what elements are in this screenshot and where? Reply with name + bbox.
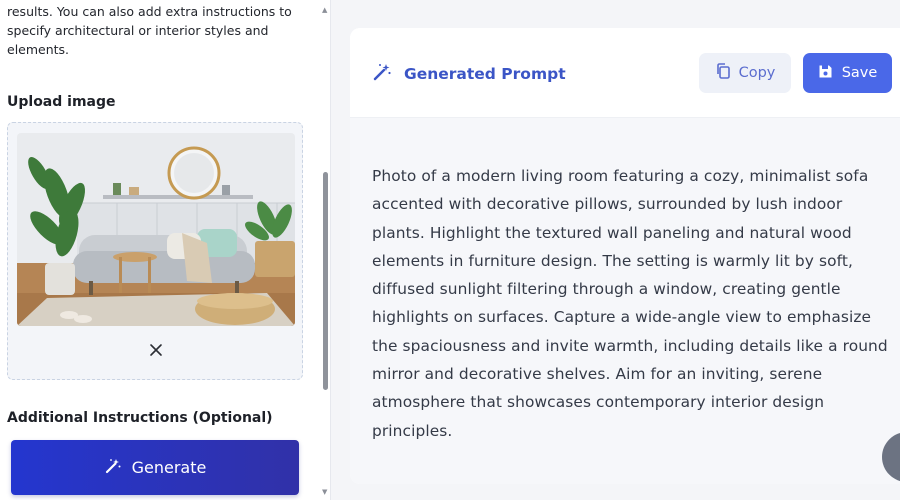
card-header: Generated Prompt Copy Save — [350, 28, 900, 118]
generated-prompt-text: Photo of a modern living room featuring … — [372, 167, 888, 440]
copy-icon — [715, 62, 731, 84]
additional-instructions-label: Additional Instructions (Optional) — [7, 410, 273, 426]
copy-label: Copy — [738, 65, 776, 81]
generate-button[interactable]: Generate — [11, 440, 299, 495]
scroll-up-icon[interactable]: ▲ — [322, 6, 327, 14]
left-panel-scrollbar[interactable]: ▲ ▼ — [319, 0, 331, 500]
generate-bar: Generate — [0, 428, 319, 500]
prompt-output-area: Photo of a modern living room featuring … — [350, 118, 900, 484]
magic-wand-icon — [372, 62, 392, 86]
card-title: Generated Prompt — [372, 62, 566, 86]
card-title-text: Generated Prompt — [404, 65, 566, 83]
save-icon — [818, 64, 833, 83]
scroll-thumb[interactable] — [323, 172, 328, 390]
uploaded-image-preview — [17, 133, 295, 326]
remove-image-button[interactable] — [146, 341, 166, 361]
intro-text: results. You can also add extra instruct… — [7, 4, 292, 57]
upload-image-label: Upload image — [7, 94, 116, 110]
generate-label: Generate — [131, 458, 207, 477]
upload-dropzone[interactable] — [7, 122, 303, 380]
settings-panel: results. You can also add extra instruct… — [0, 0, 331, 500]
save-button[interactable]: Save — [803, 53, 892, 93]
save-label: Save — [841, 65, 878, 81]
scroll-down-icon[interactable]: ▼ — [322, 488, 327, 496]
magic-wand-icon — [104, 457, 122, 479]
generated-prompt-card: Generated Prompt Copy Save Photo of a mo… — [350, 28, 900, 484]
close-icon — [149, 342, 163, 361]
copy-button[interactable]: Copy — [699, 53, 791, 93]
